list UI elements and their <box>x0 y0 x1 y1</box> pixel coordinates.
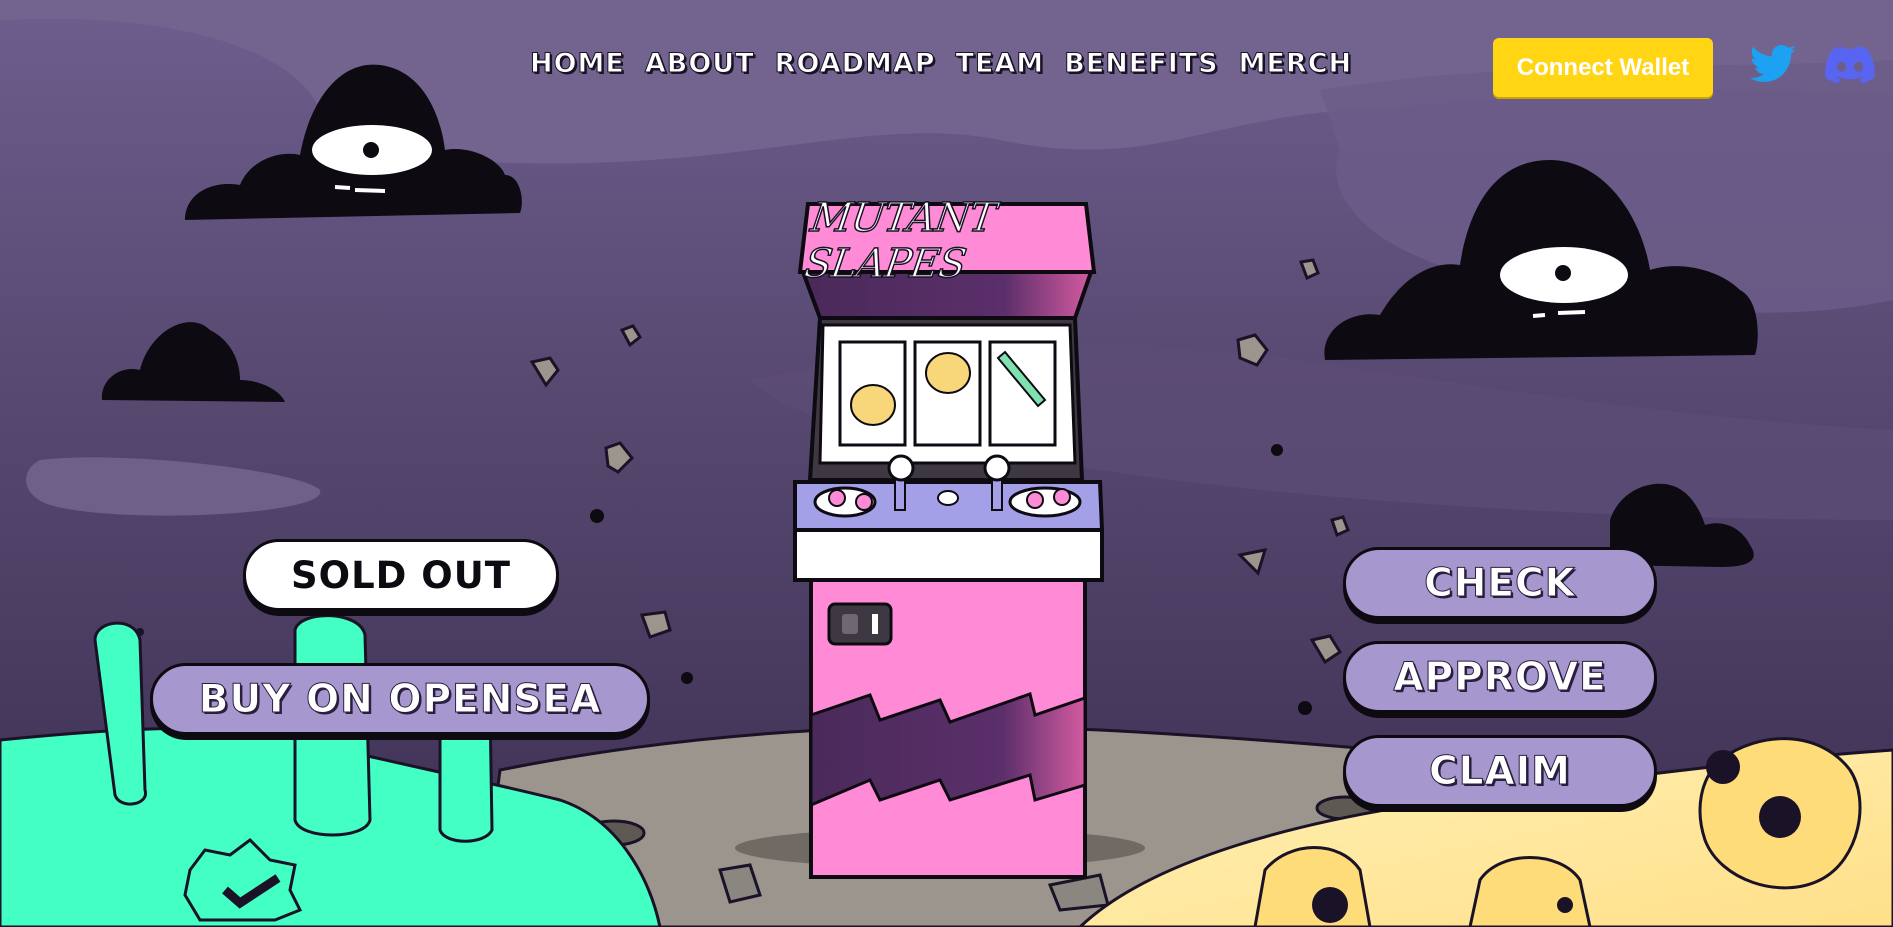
discord-icon[interactable] <box>1823 40 1877 90</box>
check-button[interactable]: CHECK <box>1343 547 1657 619</box>
arcade-cabinet <box>793 202 1105 879</box>
approve-button[interactable]: APPROVE <box>1343 641 1657 713</box>
arcade-marquee-title: MUTANT SLAPES <box>801 194 999 288</box>
nav-link-benefits[interactable]: BENEFITS <box>1064 48 1218 80</box>
nav-link-roadmap[interactable]: ROADMAP <box>774 48 936 80</box>
buy-on-opensea-button[interactable]: BUY ON OPENSEA <box>150 663 650 735</box>
twitter-icon[interactable] <box>1746 40 1800 90</box>
claim-button[interactable]: CLAIM <box>1343 735 1657 807</box>
nav-link-about[interactable]: ABOUT <box>644 48 755 80</box>
nav-link-team[interactable]: TEAM <box>955 48 1045 80</box>
main-nav: HOME ABOUT ROADMAP TEAM BENEFITS MERCH <box>530 48 1353 80</box>
sold-out-badge: SOLD OUT <box>243 539 559 611</box>
connect-wallet-button[interactable]: Connect Wallet <box>1493 38 1713 97</box>
nav-link-merch[interactable]: MERCH <box>1238 48 1353 80</box>
nav-link-home[interactable]: HOME <box>530 48 625 80</box>
